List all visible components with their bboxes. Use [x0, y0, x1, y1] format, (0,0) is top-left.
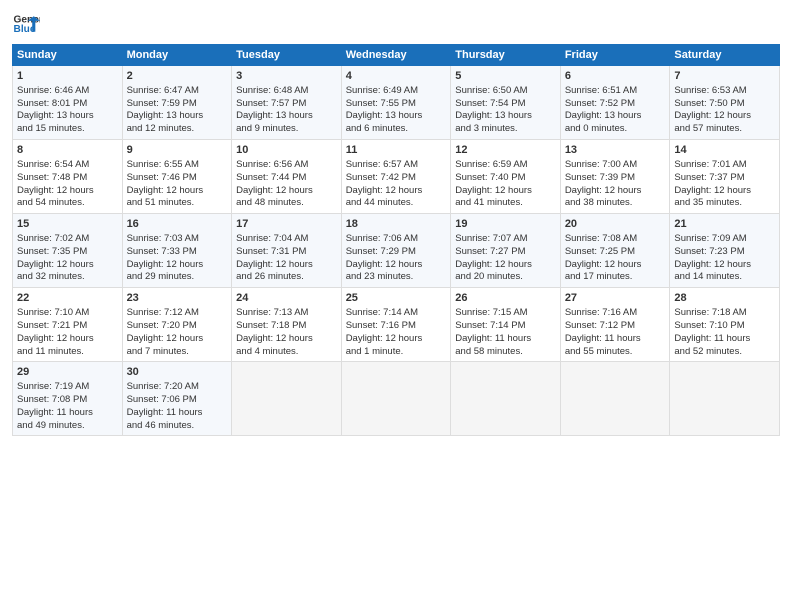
week-row-1: 8Sunrise: 6:54 AMSunset: 7:48 PMDaylight…: [13, 140, 780, 214]
day-number: 17: [236, 217, 337, 232]
col-header-thursday: Thursday: [451, 45, 561, 66]
cell-1-0: 8Sunrise: 6:54 AMSunset: 7:48 PMDaylight…: [13, 140, 123, 214]
week-row-2: 15Sunrise: 7:02 AMSunset: 7:35 PMDayligh…: [13, 214, 780, 288]
cell-2-2: 17Sunrise: 7:04 AMSunset: 7:31 PMDayligh…: [232, 214, 342, 288]
day-number: 25: [346, 291, 447, 306]
day-number: 27: [565, 291, 666, 306]
day-number: 10: [236, 143, 337, 158]
cell-0-5: 6Sunrise: 6:51 AMSunset: 7:52 PMDaylight…: [560, 66, 670, 140]
day-number: 19: [455, 217, 556, 232]
day-number: 8: [17, 143, 118, 158]
col-header-tuesday: Tuesday: [232, 45, 342, 66]
cell-4-2: [232, 362, 342, 436]
col-header-sunday: Sunday: [13, 45, 123, 66]
cell-0-1: 2Sunrise: 6:47 AMSunset: 7:59 PMDaylight…: [122, 66, 232, 140]
day-number: 30: [127, 365, 228, 380]
day-number: 6: [565, 69, 666, 84]
col-header-monday: Monday: [122, 45, 232, 66]
cell-1-1: 9Sunrise: 6:55 AMSunset: 7:46 PMDaylight…: [122, 140, 232, 214]
cell-1-5: 13Sunrise: 7:00 AMSunset: 7:39 PMDayligh…: [560, 140, 670, 214]
day-number: 11: [346, 143, 447, 158]
cell-3-6: 28Sunrise: 7:18 AMSunset: 7:10 PMDayligh…: [670, 288, 780, 362]
cell-3-2: 24Sunrise: 7:13 AMSunset: 7:18 PMDayligh…: [232, 288, 342, 362]
cell-4-4: [451, 362, 561, 436]
day-number: 16: [127, 217, 228, 232]
cell-3-1: 23Sunrise: 7:12 AMSunset: 7:20 PMDayligh…: [122, 288, 232, 362]
day-number: 23: [127, 291, 228, 306]
day-number: 2: [127, 69, 228, 84]
week-row-0: 1Sunrise: 6:46 AMSunset: 8:01 PMDaylight…: [13, 66, 780, 140]
cell-0-0: 1Sunrise: 6:46 AMSunset: 8:01 PMDaylight…: [13, 66, 123, 140]
week-row-4: 29Sunrise: 7:19 AMSunset: 7:08 PMDayligh…: [13, 362, 780, 436]
cell-0-4: 5Sunrise: 6:50 AMSunset: 7:54 PMDaylight…: [451, 66, 561, 140]
cell-3-4: 26Sunrise: 7:15 AMSunset: 7:14 PMDayligh…: [451, 288, 561, 362]
day-number: 15: [17, 217, 118, 232]
cell-2-6: 21Sunrise: 7:09 AMSunset: 7:23 PMDayligh…: [670, 214, 780, 288]
day-number: 14: [674, 143, 775, 158]
day-number: 18: [346, 217, 447, 232]
col-header-saturday: Saturday: [670, 45, 780, 66]
cell-1-2: 10Sunrise: 6:56 AMSunset: 7:44 PMDayligh…: [232, 140, 342, 214]
day-number: 26: [455, 291, 556, 306]
col-header-wednesday: Wednesday: [341, 45, 451, 66]
day-number: 20: [565, 217, 666, 232]
day-number: 21: [674, 217, 775, 232]
cell-3-5: 27Sunrise: 7:16 AMSunset: 7:12 PMDayligh…: [560, 288, 670, 362]
day-number: 4: [346, 69, 447, 84]
cell-2-0: 15Sunrise: 7:02 AMSunset: 7:35 PMDayligh…: [13, 214, 123, 288]
week-row-3: 22Sunrise: 7:10 AMSunset: 7:21 PMDayligh…: [13, 288, 780, 362]
day-number: 12: [455, 143, 556, 158]
calendar-table: SundayMondayTuesdayWednesdayThursdayFrid…: [12, 44, 780, 436]
page-header: General Blue: [12, 10, 780, 38]
cell-4-6: [670, 362, 780, 436]
day-number: 22: [17, 291, 118, 306]
day-number: 3: [236, 69, 337, 84]
day-number: 9: [127, 143, 228, 158]
col-header-friday: Friday: [560, 45, 670, 66]
day-number: 5: [455, 69, 556, 84]
day-number: 1: [17, 69, 118, 84]
cell-0-2: 3Sunrise: 6:48 AMSunset: 7:57 PMDaylight…: [232, 66, 342, 140]
cell-0-6: 7Sunrise: 6:53 AMSunset: 7:50 PMDaylight…: [670, 66, 780, 140]
cell-1-4: 12Sunrise: 6:59 AMSunset: 7:40 PMDayligh…: [451, 140, 561, 214]
cell-0-3: 4Sunrise: 6:49 AMSunset: 7:55 PMDaylight…: [341, 66, 451, 140]
day-number: 24: [236, 291, 337, 306]
cell-3-0: 22Sunrise: 7:10 AMSunset: 7:21 PMDayligh…: [13, 288, 123, 362]
cell-2-1: 16Sunrise: 7:03 AMSunset: 7:33 PMDayligh…: [122, 214, 232, 288]
header-row: SundayMondayTuesdayWednesdayThursdayFrid…: [13, 45, 780, 66]
day-number: 29: [17, 365, 118, 380]
cell-4-1: 30Sunrise: 7:20 AMSunset: 7:06 PMDayligh…: [122, 362, 232, 436]
cell-4-0: 29Sunrise: 7:19 AMSunset: 7:08 PMDayligh…: [13, 362, 123, 436]
cell-2-3: 18Sunrise: 7:06 AMSunset: 7:29 PMDayligh…: [341, 214, 451, 288]
logo: General Blue: [12, 10, 40, 38]
cell-2-4: 19Sunrise: 7:07 AMSunset: 7:27 PMDayligh…: [451, 214, 561, 288]
cell-2-5: 20Sunrise: 7:08 AMSunset: 7:25 PMDayligh…: [560, 214, 670, 288]
day-number: 7: [674, 69, 775, 84]
cell-4-5: [560, 362, 670, 436]
cell-4-3: [341, 362, 451, 436]
cell-1-3: 11Sunrise: 6:57 AMSunset: 7:42 PMDayligh…: [341, 140, 451, 214]
day-number: 13: [565, 143, 666, 158]
logo-icon: General Blue: [12, 10, 40, 38]
cell-3-3: 25Sunrise: 7:14 AMSunset: 7:16 PMDayligh…: [341, 288, 451, 362]
cell-1-6: 14Sunrise: 7:01 AMSunset: 7:37 PMDayligh…: [670, 140, 780, 214]
day-number: 28: [674, 291, 775, 306]
